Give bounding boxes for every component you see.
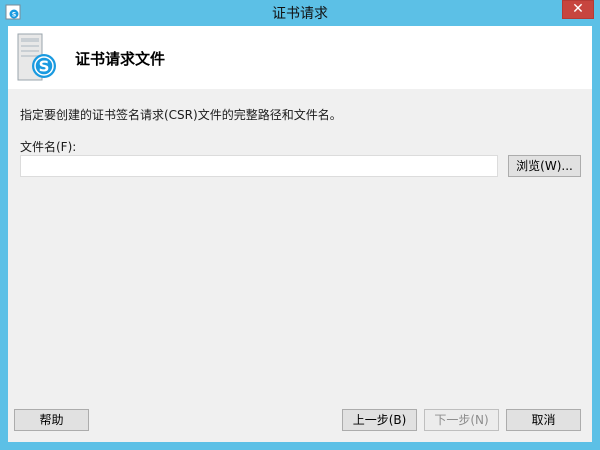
back-button[interactable]: 上一步(B) xyxy=(342,409,417,431)
browse-button[interactable]: 浏览(W)... xyxy=(508,155,581,177)
instruction-text: 指定要创建的证书签名请求(CSR)文件的完整路径和文件名。 xyxy=(20,108,342,122)
help-button[interactable]: 帮助 xyxy=(14,409,89,431)
file-name-label: 文件名(F): xyxy=(20,140,77,154)
page-title: 证书请求文件 xyxy=(75,50,166,68)
wizard-header: S 证书请求文件 xyxy=(8,26,592,89)
dialog-client-area: S 证书请求文件 指定要创建的证书签名请求(CSR)文件的完整路径和文件名。 文… xyxy=(8,26,592,442)
cancel-button[interactable]: 取消 xyxy=(506,409,581,431)
file-name-input[interactable] xyxy=(20,155,498,177)
svg-text:S: S xyxy=(39,58,50,76)
skype-server-icon: S xyxy=(17,33,56,81)
window-title: 证书请求 xyxy=(272,6,328,22)
close-button[interactable]: ✕ xyxy=(562,0,594,19)
dialog-window: S 证书请求 ✕ S 证书请求文件 指定要创建的证书签名请求(CSR)文件的完整… xyxy=(0,0,600,450)
next-button[interactable]: 下一步(N) xyxy=(424,409,499,431)
title-bar[interactable]: S 证书请求 ✕ xyxy=(0,0,600,24)
